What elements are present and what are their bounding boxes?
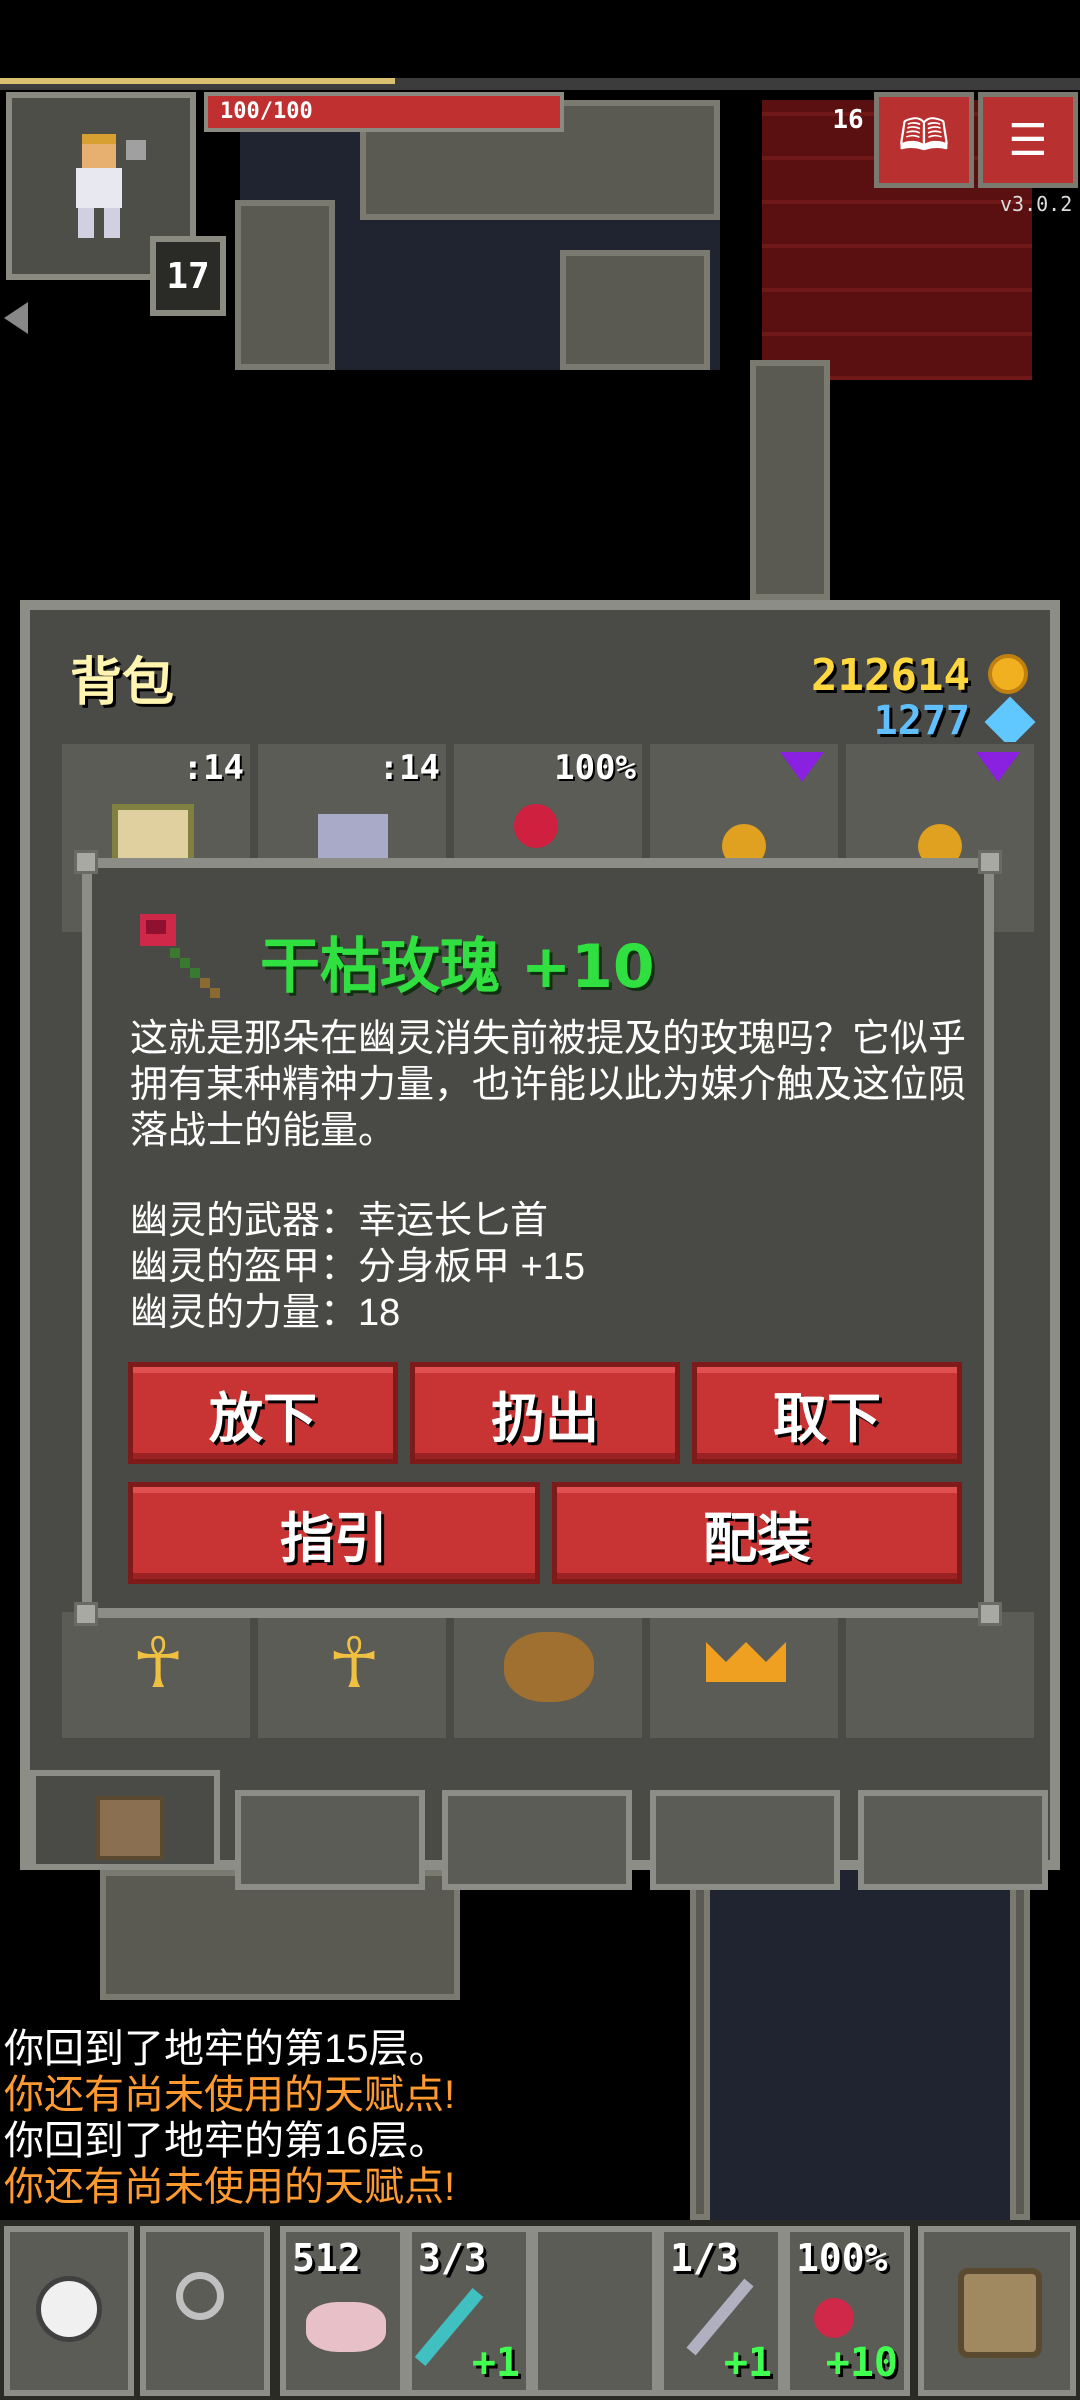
- backpack-title: 背包: [70, 653, 175, 713]
- gold-coin-icon: [988, 654, 1028, 694]
- quickslot-3[interactable]: [532, 2226, 658, 2396]
- tab-potions[interactable]: [858, 1790, 1048, 1890]
- bag-slot[interactable]: [648, 1610, 840, 1740]
- crown-icon: [706, 1642, 786, 1682]
- search-button[interactable]: [140, 2226, 270, 2396]
- quickslot-2[interactable]: 3/3 +1: [406, 2226, 532, 2396]
- item-description: 这就是那朵在幽灵消失前被提及的玫瑰吗？它似乎拥有某种精神力量，也许能以此为媒介触…: [130, 1018, 967, 1152]
- guide-button[interactable]: 指引: [128, 1482, 540, 1584]
- menu-icon: ☰: [1008, 114, 1048, 166]
- dialog-corner: [978, 1602, 1002, 1626]
- quickslot-top: 512: [292, 2236, 361, 2280]
- gold-count: 212614: [811, 650, 970, 701]
- hero-level-badge: 17: [150, 236, 226, 316]
- item-stats: 幽灵的武器：幸运长匕首 幽灵的盔甲：分身板甲 +15 幽灵的力量：18: [130, 1198, 970, 1336]
- clock-icon: [36, 2276, 102, 2342]
- search-icon: [176, 2272, 224, 2320]
- log-line: 你回到了地牢的第15层。: [4, 2027, 449, 2071]
- pouch-icon: [504, 1632, 594, 1702]
- inventory-button[interactable]: [918, 2226, 1076, 2396]
- message-log: 你回到了地牢的第15层。 你还有尚未使用的天赋点! 你回到了地牢的第16层。 你…: [4, 2026, 455, 2210]
- version-label: v3.0.2: [1000, 192, 1073, 216]
- quickslot-bottom: +1: [723, 2340, 772, 2386]
- food-icon: [306, 2302, 386, 2352]
- item-info-dialog: 干枯玫瑰 +10 这就是那朵在幽灵消失前被提及的玫瑰吗？它似乎拥有某种精神力量，…: [74, 850, 1002, 1626]
- chevron-left-icon[interactable]: [4, 302, 28, 334]
- purple-tag-icon: [976, 752, 1020, 782]
- tab-wands[interactable]: [650, 1790, 840, 1890]
- bag-slot[interactable]: ☥: [60, 1610, 252, 1740]
- slot-tag: 100%: [554, 748, 636, 788]
- equip-button[interactable]: 配装: [552, 1482, 962, 1584]
- xp-bar: [0, 78, 395, 84]
- quickslot-bottom: +1: [471, 2340, 520, 2386]
- rose-icon: [140, 914, 220, 998]
- hp-text: 100/100: [220, 99, 313, 124]
- tab-scrolls[interactable]: [442, 1790, 632, 1890]
- unequip-button[interactable]: 取下: [692, 1362, 962, 1464]
- slot-tag: :14: [182, 748, 244, 788]
- rose-item-icon: [514, 804, 558, 848]
- book-icon: 🕮: [898, 109, 950, 161]
- hp-bar: 100/100: [204, 92, 564, 132]
- log-line: 你还有尚未使用的天赋点!: [4, 2073, 456, 2117]
- quickslot-1[interactable]: 512: [280, 2226, 406, 2396]
- backpack-icon: [958, 2268, 1042, 2358]
- throw-button[interactable]: 扔出: [410, 1362, 680, 1464]
- stat-weapon: 幽灵的武器：幸运长匕首: [130, 1200, 549, 1242]
- stat-armor: 幽灵的盔甲：分身板甲 +15: [130, 1246, 586, 1288]
- slot-tag: :14: [378, 748, 440, 788]
- tab-backpack[interactable]: [30, 1770, 220, 1870]
- purple-tag-icon: [780, 752, 824, 782]
- menu-button[interactable]: ☰: [978, 92, 1078, 188]
- quickslot-4[interactable]: 1/3 +1: [658, 2226, 784, 2396]
- bag-slot[interactable]: [844, 1610, 1036, 1740]
- hero-icon: [76, 134, 146, 238]
- bag-slot[interactable]: ☥: [256, 1610, 448, 1740]
- tab-pouch[interactable]: [235, 1790, 425, 1890]
- ankh-icon: ☥: [132, 1622, 185, 1704]
- bag-slot[interactable]: [452, 1610, 644, 1740]
- quickslot-5[interactable]: 100% +10: [784, 2226, 910, 2396]
- dialog-corner: [978, 850, 1002, 874]
- ankh-icon: ☥: [328, 1622, 381, 1704]
- journal-button[interactable]: 🕮: [874, 92, 974, 188]
- gem-count: 1277: [873, 698, 970, 744]
- depth-indicator[interactable]: 16: [818, 105, 878, 135]
- quickslot-top: 3/3: [418, 2236, 487, 2280]
- wait-button[interactable]: [4, 2226, 134, 2396]
- log-line: 你回到了地牢的第16层。: [4, 2119, 449, 2163]
- rose-icon: [814, 2298, 854, 2338]
- dialog-corner: [74, 1602, 98, 1626]
- backpack-icon: [96, 1796, 164, 1860]
- quickslot-bottom: +10: [825, 2340, 898, 2386]
- gem-icon: [984, 696, 1036, 748]
- quickslot-top: 1/3: [670, 2236, 739, 2280]
- dialog-corner: [74, 850, 98, 874]
- item-name: 干枯玫瑰 +10: [260, 932, 655, 1002]
- stat-strength: 幽灵的力量：18: [130, 1292, 401, 1334]
- quickslot-top: 100%: [796, 2236, 888, 2280]
- drop-button[interactable]: 放下: [128, 1362, 398, 1464]
- log-line: 你还有尚未使用的天赋点!: [4, 2165, 456, 2209]
